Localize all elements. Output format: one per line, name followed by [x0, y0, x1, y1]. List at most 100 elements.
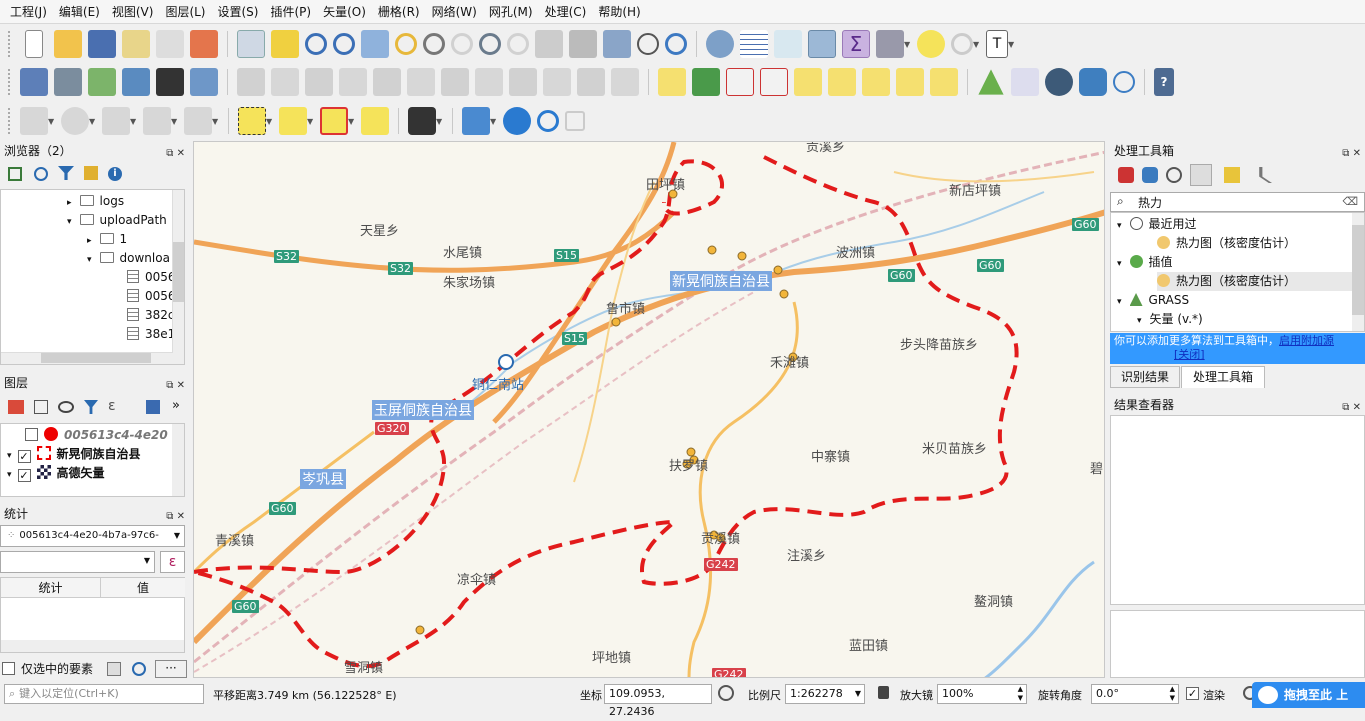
clear-icon[interactable]: ⌫	[1342, 195, 1358, 208]
move-label-icon[interactable]	[794, 68, 822, 96]
map-canvas[interactable]: 天星乡 水尾镇 朱家场镇 田坪镇 新店坪镇 波洲镇 鲁市镇 禾滩镇 步头降苗族乡…	[193, 141, 1105, 678]
add-ring-icon[interactable]	[20, 107, 48, 135]
more-options-button[interactable]: ···	[155, 660, 187, 678]
highlight-labels-icon[interactable]	[760, 68, 788, 96]
menu-edit[interactable]: 编辑(E)	[53, 1, 106, 23]
select-location-icon[interactable]	[361, 107, 389, 135]
chevron-down-icon[interactable]: ▼	[48, 117, 56, 126]
layer-row[interactable]: 005613c4-4e20	[25, 426, 168, 445]
redo-icon[interactable]	[611, 68, 639, 96]
expression-button[interactable]: ε	[160, 551, 185, 573]
panel-float-close-icon[interactable]: ⧉ ✕	[166, 376, 185, 396]
layer-stack-icon[interactable]	[462, 107, 490, 135]
data-source-manager-icon[interactable]	[20, 68, 48, 96]
save-edits-icon[interactable]	[305, 68, 333, 96]
refresh-icon[interactable]	[132, 662, 146, 676]
layer-checkbox[interactable]: ✓	[17, 450, 31, 463]
stats-col-header[interactable]: 统计	[1, 578, 101, 598]
layout-manager-icon[interactable]	[156, 30, 184, 58]
rotation-field[interactable]: 0.0° ▲ ▼	[1091, 684, 1179, 704]
diagram-icon[interactable]	[692, 68, 720, 96]
expression-filter-icon[interactable]: ε	[108, 398, 116, 414]
toolbox-tree-item[interactable]: 热力图（核密度估计）	[1157, 272, 1357, 291]
chevron-down-icon[interactable]: ▼	[212, 117, 220, 126]
collapse-all-icon[interactable]	[84, 166, 98, 180]
python-console-icon[interactable]	[1079, 68, 1107, 96]
temporal-clock-icon[interactable]	[637, 33, 659, 55]
pin-labels-icon[interactable]	[726, 68, 754, 96]
history-clock-icon[interactable]	[1166, 167, 1182, 183]
menu-view[interactable]: 视图(V)	[106, 1, 160, 23]
toolbox-tree-item[interactable]: ▾ GRASS	[1117, 291, 1189, 310]
undo-icon[interactable]	[577, 68, 605, 96]
magnifier-icon[interactable]	[537, 110, 559, 132]
new-3d-view-icon[interactable]	[569, 30, 597, 58]
attribute-table-icon[interactable]	[740, 30, 768, 58]
toggle-extent-icon[interactable]	[718, 685, 734, 701]
menu-project[interactable]: 工程(J)	[4, 1, 53, 23]
open-project-icon[interactable]	[54, 30, 82, 58]
chevron-down-icon[interactable]: ▼	[904, 40, 912, 49]
menu-plugins[interactable]: 插件(P)	[264, 1, 317, 23]
zoom-last-icon[interactable]	[479, 33, 501, 55]
chevron-down-icon[interactable]: ▼	[348, 117, 356, 126]
processing-toolbox-icon[interactable]	[808, 30, 836, 58]
chevron-down-icon[interactable]: ▼	[436, 117, 444, 126]
filter-icon[interactable]	[58, 166, 74, 180]
new-project-icon[interactable]	[25, 30, 43, 58]
tree-item[interactable]: 382c	[127, 306, 175, 325]
measure-icon[interactable]	[876, 30, 904, 58]
chevron-down-icon[interactable]: ▾	[1117, 221, 1122, 231]
render-checkbox[interactable]: ✓	[1186, 687, 1199, 700]
identify-icon[interactable]	[706, 30, 734, 58]
pan-hand-icon[interactable]	[237, 30, 265, 58]
zoom-to-layer-icon[interactable]	[423, 33, 445, 55]
style-manager-icon[interactable]	[190, 30, 218, 58]
select-features-icon[interactable]	[238, 107, 266, 135]
layer-row[interactable]: ▾ ✓ 新晃侗族自治县	[7, 445, 141, 464]
menu-layer[interactable]: 图层(L)	[159, 1, 211, 23]
modify-attributes-icon[interactable]	[407, 68, 435, 96]
copy-icon[interactable]	[107, 662, 121, 676]
zoom-next-icon[interactable]	[507, 33, 529, 55]
select-by-value-icon[interactable]	[279, 107, 307, 135]
menu-web[interactable]: 网络(W)	[426, 1, 483, 23]
map-tips-icon[interactable]	[917, 30, 945, 58]
panel-float-close-icon[interactable]: ⧉ ✕	[166, 507, 185, 527]
chevron-right-icon[interactable]: ▸	[67, 198, 72, 208]
horizontal-scrollbar[interactable]	[1, 640, 184, 652]
temporary-layer-icon[interactable]	[156, 68, 184, 96]
reshape-icon[interactable]	[143, 107, 171, 135]
paste-features-icon[interactable]	[543, 68, 571, 96]
spinner-arrows-icon[interactable]: ▲ ▼	[1170, 685, 1175, 703]
layer-row[interactable]: ▾ ✓ 高德矢量	[7, 464, 105, 483]
tree-item[interactable]: ▾ downloa	[87, 249, 170, 268]
new-map-view-icon[interactable]	[535, 30, 563, 58]
chevron-down-icon[interactable]: ▼	[1008, 40, 1016, 49]
target-crosshair-icon[interactable]	[1113, 71, 1135, 93]
layer-checkbox[interactable]: ✓	[17, 469, 31, 482]
add-part-icon[interactable]	[61, 107, 89, 135]
label-toolbar-icon[interactable]	[658, 68, 686, 96]
tree-item[interactable]: 0056	[127, 287, 176, 306]
georeferencer-triangle-icon[interactable]	[978, 69, 1004, 95]
fullscreen-icon[interactable]	[565, 111, 585, 131]
vertical-scrollbar[interactable]	[1352, 213, 1364, 331]
scrollbar-thumb[interactable]	[173, 242, 184, 302]
toggle-editing-icon[interactable]	[271, 68, 299, 96]
screenshot-camera-icon[interactable]	[408, 107, 436, 135]
tree-item[interactable]: ▾ uploadPath	[67, 211, 167, 230]
options-gear-icon[interactable]	[503, 107, 531, 135]
vertical-scrollbar[interactable]	[172, 190, 184, 364]
chevron-down-icon[interactable]: ▼	[130, 117, 138, 126]
chevron-right-icon[interactable]: ▸	[87, 236, 92, 246]
tree-item[interactable]: ▸ 1	[87, 230, 127, 249]
chevron-down-icon[interactable]: ▾	[7, 451, 12, 461]
tab-processing-toolbox[interactable]: 处理工具箱	[1181, 366, 1265, 388]
label-properties-icon[interactable]	[930, 68, 958, 96]
tree-item[interactable]: ▸ logs	[67, 192, 124, 211]
filter-icon[interactable]	[84, 400, 98, 414]
bookmark-icon[interactable]	[603, 30, 631, 58]
chevron-down-icon[interactable]: ▼	[89, 117, 97, 126]
chevron-down-icon[interactable]: ▼	[171, 117, 179, 126]
